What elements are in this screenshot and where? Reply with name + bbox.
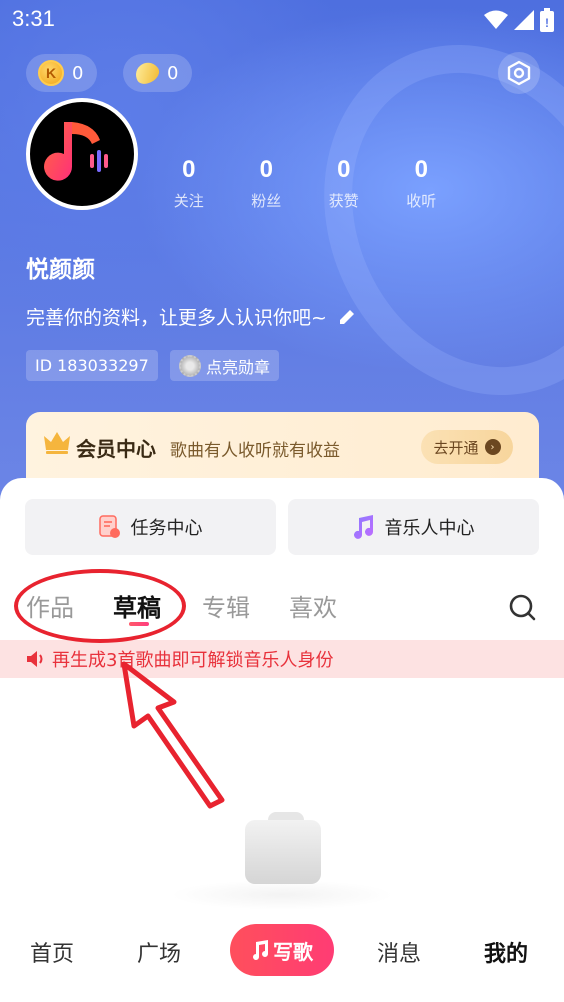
vip-subtitle: 歌曲有人收听就有收益 <box>170 441 340 461</box>
settings-button[interactable] <box>498 52 540 94</box>
k-coin-icon: K <box>38 60 64 86</box>
stat-label: 关注 <box>173 192 204 210</box>
svg-text:!: ! <box>545 16 549 30</box>
stat-value: 0 <box>337 156 351 183</box>
bottom-navigation: 首页 广场 写歌 消息 我的 <box>0 910 564 1002</box>
task-center-label: 任务中心 <box>130 518 203 539</box>
chevron-right-icon: › <box>484 439 501 455</box>
stat-label: 粉丝 <box>251 192 282 210</box>
unlock-notice-banner: 再生成3首歌曲即可解锁音乐人身份 <box>0 640 564 678</box>
stat-value: 0 <box>259 156 273 183</box>
nav-write-song-label: 写歌 <box>273 939 313 964</box>
status-icons: ! <box>484 8 554 32</box>
nav-mine[interactable]: 我的 <box>484 936 528 968</box>
stat-likes[interactable]: 0 获赞 <box>305 156 383 211</box>
music-logo-icon <box>44 122 108 181</box>
annotation-arrow <box>121 661 225 809</box>
edit-pencil-icon[interactable] <box>337 307 357 327</box>
stat-value: 0 <box>182 156 196 183</box>
user-id: ID 183033297 <box>35 356 149 375</box>
nav-write-song-button[interactable]: 写歌 <box>230 924 334 976</box>
status-bar: 3:31 ! <box>0 0 564 40</box>
empty-state-shadow <box>170 880 394 910</box>
musician-center-button[interactable]: 音乐人中心 <box>288 499 539 555</box>
medal-label: 点亮勋章 <box>206 357 271 377</box>
k-coin-balance[interactable]: K 0 <box>26 54 98 92</box>
task-center-button[interactable]: 任务中心 <box>25 499 276 555</box>
battery-icon: ! <box>540 8 554 32</box>
stat-listens[interactable]: 0 收听 <box>383 156 461 211</box>
tab-likes[interactable]: 喜欢 <box>289 588 337 623</box>
signal-icon <box>514 10 534 30</box>
bean-value: 0 <box>167 62 179 84</box>
annotation-circle <box>14 569 186 643</box>
task-icon <box>98 515 120 538</box>
bean-balance[interactable]: 0 <box>123 54 193 92</box>
stat-label: 获赞 <box>328 192 359 210</box>
nav-home[interactable]: 首页 <box>30 936 74 968</box>
musician-center-label: 音乐人中心 <box>384 518 475 539</box>
bean-icon <box>131 58 163 88</box>
music-note-icon <box>253 940 268 960</box>
stat-following[interactable]: 0 关注 <box>150 156 228 211</box>
avatar[interactable] <box>26 98 138 210</box>
user-id-tag: ID 183033297 <box>26 350 158 381</box>
vip-activate-button[interactable]: 去开通 › <box>421 430 513 464</box>
stat-label: 收听 <box>406 192 437 210</box>
nav-plaza[interactable]: 广场 <box>137 936 181 968</box>
medal-icon <box>179 354 201 377</box>
k-coin-value: 0 <box>72 62 84 84</box>
bio-text: 完善你的资料，让更多人认识你吧~ <box>26 307 327 329</box>
vip-title: 会员中心 <box>76 437 156 461</box>
username: 悦颜颜 <box>26 257 95 283</box>
stat-value: 0 <box>414 156 428 183</box>
stat-fans[interactable]: 0 粉丝 <box>228 156 306 211</box>
bio-row[interactable]: 完善你的资料，让更多人认识你吧~ <box>26 303 357 330</box>
settings-hexagon-icon <box>507 60 531 86</box>
medal-tag[interactable]: 点亮勋章 <box>170 350 280 381</box>
empty-state-box-icon <box>245 820 321 884</box>
tab-albums[interactable]: 专辑 <box>202 588 250 623</box>
wifi-icon <box>484 10 508 29</box>
profile-stats: 0 关注 0 粉丝 0 获赞 0 收听 <box>150 156 460 211</box>
status-time: 3:31 <box>12 6 55 31</box>
vip-button-label: 去开通 <box>433 438 479 457</box>
music-note-icon <box>353 515 373 539</box>
nav-messages[interactable]: 消息 <box>377 936 421 968</box>
search-icon[interactable] <box>509 594 537 622</box>
crown-icon <box>44 432 70 454</box>
speaker-icon <box>27 651 43 667</box>
